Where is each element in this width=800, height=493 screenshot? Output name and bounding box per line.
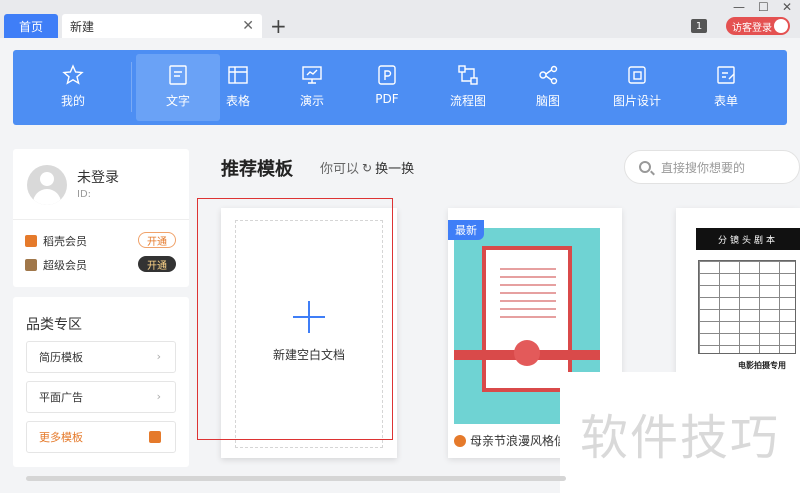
category-label: 简历模板 <box>39 351 83 364</box>
letter-paper <box>482 246 572 392</box>
mindmap-icon <box>539 65 558 85</box>
add-tab-icon[interactable]: + <box>270 14 287 38</box>
section-title: 推荐模板 <box>221 159 293 180</box>
storyboard-grid <box>698 260 796 354</box>
horizontal-scrollbar[interactable] <box>26 476 566 481</box>
category-label: 更多模板 <box>39 431 83 444</box>
tab-new[interactable]: 新建 ✕ <box>62 14 262 38</box>
tool-label: 表单 <box>713 94 738 108</box>
storyboard-foot: 电影拍摄专用 <box>738 361 786 370</box>
refresh-icon: ↻ <box>362 160 373 175</box>
docer-member-icon <box>25 235 37 247</box>
user-panel: 未登录 ID: 稻壳会员 开通 超级会员 开通 <box>13 149 189 287</box>
tool-form[interactable]: 表单 <box>684 54 768 121</box>
docer-icon <box>454 434 466 447</box>
table-icon <box>228 66 248 84</box>
category-item-more[interactable]: 更多模板 <box>26 421 176 453</box>
bow-icon <box>514 340 540 366</box>
tool-label: 我的 <box>60 94 85 108</box>
category-label: 平面广告 <box>39 391 83 404</box>
search-input[interactable]: 直接搜你想要的 <box>624 150 800 184</box>
more-templates-icon <box>149 431 161 443</box>
user-name[interactable]: 未登录 <box>77 167 119 187</box>
avatar-icon <box>774 19 788 33</box>
highlight-frame <box>197 198 393 440</box>
tab-home[interactable]: 首页 <box>4 14 58 38</box>
template-name: 母亲节浪漫风格信 <box>454 432 566 449</box>
maximize-icon[interactable]: ☐ <box>758 0 769 14</box>
category-title: 品类专区 <box>26 317 82 333</box>
member-label: 稻壳会员 <box>43 235 87 248</box>
tool-label: 演示 <box>299 94 324 108</box>
tool-label: 图片设计 <box>612 94 661 108</box>
guest-login-button[interactable]: 访客登录 <box>726 17 790 35</box>
presentation-icon <box>302 66 322 84</box>
tab-new-label: 新建 <box>70 19 95 34</box>
tool-presentation[interactable]: 演示 <box>270 54 354 121</box>
search-placeholder: 直接搜你想要的 <box>661 160 746 175</box>
avatar[interactable] <box>27 165 67 205</box>
chevron-right-icon: › <box>156 350 161 363</box>
divider <box>13 219 189 220</box>
toolbar-divider <box>131 62 132 112</box>
document-icon <box>169 65 187 85</box>
pdf-icon <box>378 65 396 85</box>
member-label: 超级会员 <box>43 259 87 272</box>
tool-mine[interactable]: 我的 <box>31 54 115 121</box>
tool-image-design[interactable]: 图片设计 <box>595 54 679 121</box>
minimize-icon[interactable]: — <box>733 0 745 14</box>
tool-pdf[interactable]: PDF <box>345 54 429 121</box>
member-super: 超级会员 <box>25 257 87 273</box>
close-tab-icon[interactable]: ✕ <box>242 18 254 34</box>
star-icon <box>62 64 84 85</box>
open-docer-button[interactable]: 开通 <box>138 232 176 248</box>
super-member-icon <box>25 259 37 271</box>
category-item-ads[interactable]: 平面广告 › <box>26 381 176 413</box>
storyboard-head: 分镜头剧本 <box>696 228 800 250</box>
app-toolbar: 我的 文字 表格 演示 PDF 流程图 脑图 图片设计 表单 <box>13 50 787 125</box>
notification-badge[interactable]: 1 <box>691 19 707 33</box>
tool-flowchart[interactable]: 流程图 <box>426 54 510 121</box>
tool-mindmap[interactable]: 脑图 <box>506 54 590 121</box>
watermark: 软件技巧 <box>560 372 800 493</box>
category-panel: 品类专区 简历模板 › 平面广告 › 更多模板 <box>13 297 189 467</box>
chevron-right-icon: › <box>156 390 161 403</box>
member-docer: 稻壳会员 <box>25 233 87 249</box>
title-bar: 首页 新建 ✕ + 1 访客登录 — ☐ ✕ <box>0 0 800 38</box>
open-super-button[interactable]: 开通 <box>138 256 176 272</box>
close-window-icon[interactable]: ✕ <box>782 0 792 14</box>
tool-label: PDF <box>375 92 399 106</box>
user-id: ID: <box>77 189 92 200</box>
hint-text: 你可以 <box>320 162 360 177</box>
template-title: 母亲节浪漫风格信 <box>470 434 567 448</box>
flowchart-icon <box>458 65 478 85</box>
tool-label: 表格 <box>225 94 250 108</box>
tool-label: 脑图 <box>535 94 560 108</box>
category-item-resume[interactable]: 简历模板 › <box>26 341 176 373</box>
guest-login-label: 访客登录 <box>732 22 772 34</box>
new-badge: 最新 <box>448 220 484 240</box>
refresh-label: 换一换 <box>375 162 415 177</box>
tool-label: 文字 <box>165 94 190 108</box>
image-design-icon <box>628 66 646 84</box>
tool-label: 流程图 <box>449 94 486 108</box>
form-icon <box>717 66 735 84</box>
refresh-button[interactable]: ↻ 换一换 <box>362 158 415 178</box>
search-icon <box>639 161 651 173</box>
tool-sheet[interactable]: 表格 <box>196 54 280 121</box>
